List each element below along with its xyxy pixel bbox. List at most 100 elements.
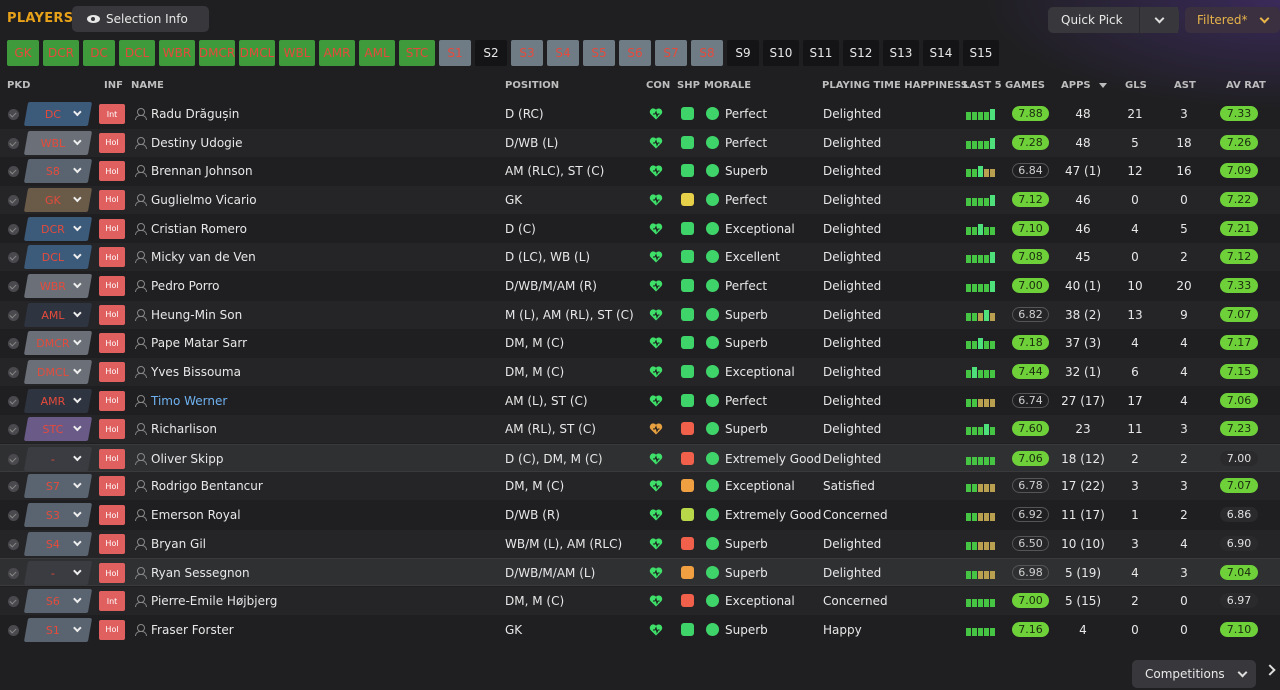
position-button-s11[interactable]: S11 <box>803 40 839 66</box>
table-row[interactable]: S3 Hol Emerson Royal D/WB (R) Extremely Good… <box>0 501 1280 529</box>
position-button-s6[interactable]: S6 <box>619 40 651 66</box>
position-button-dcr[interactable]: DCR <box>43 40 79 66</box>
status-badge[interactable]: Hol <box>99 161 125 182</box>
picked-position-dropdown[interactable]: S6 <box>23 589 93 614</box>
col-position[interactable]: POSITION <box>505 80 559 91</box>
filter-button[interactable]: Filtered* <box>1185 7 1280 33</box>
table-row[interactable]: S6 Int Pierre-Emile Højbjerg DM, M (C) Excep… <box>0 587 1280 616</box>
col-morale[interactable]: MORALE <box>704 80 751 91</box>
position-button-amr[interactable]: AMR <box>319 40 355 66</box>
picked-position-dropdown[interactable]: S7 <box>23 474 93 499</box>
picked-position-dropdown[interactable]: DMCR <box>23 331 93 356</box>
player-name[interactable]: Destiny Udogie <box>151 136 243 150</box>
picked-position-dropdown[interactable]: S4 <box>23 531 93 556</box>
check-icon[interactable] <box>8 424 19 436</box>
position-button-dmcr[interactable]: DMCR <box>199 40 235 66</box>
position-button-dcl[interactable]: DCL <box>119 40 155 66</box>
table-row[interactable]: S7 Hol Rodrigo Bentancur DM, M (C) Exception… <box>0 472 1280 501</box>
player-name[interactable]: Radu Drăgușin <box>151 107 239 121</box>
picked-position-dropdown[interactable]: S8 <box>23 159 93 184</box>
check-icon[interactable] <box>8 194 19 206</box>
position-button-s5[interactable]: S5 <box>583 40 615 66</box>
player-name[interactable]: Heung-Min Son <box>151 308 242 322</box>
check-icon[interactable] <box>8 166 19 178</box>
status-badge[interactable]: Hol <box>99 419 125 440</box>
picked-position-dropdown[interactable]: S1 <box>23 617 93 642</box>
table-row[interactable]: DCR Hol Cristian Romero D (C) Exceptional Del… <box>0 215 1280 243</box>
position-button-s15[interactable]: S15 <box>963 40 999 66</box>
status-badge[interactable]: Hol <box>99 448 125 469</box>
status-badge[interactable]: Int <box>99 591 125 612</box>
col-playing-time-happiness[interactable]: PLAYING TIME HAPPINESS <box>822 80 968 91</box>
status-badge[interactable]: Hol <box>99 247 125 268</box>
status-badge[interactable]: Hol <box>99 275 125 296</box>
player-name[interactable]: Guglielmo Vicario <box>151 193 257 207</box>
status-badge[interactable]: Hol <box>99 390 125 411</box>
table-row[interactable]: WBR Hol Pedro Porro D/WB/M/AM (R) Perfect Del… <box>0 272 1280 300</box>
position-button-s12[interactable]: S12 <box>843 40 879 66</box>
status-badge[interactable]: Hol <box>99 132 125 153</box>
table-row[interactable]: - Hol Ryan Sessegnon D/WB/M/AM (L) Superb Del… <box>0 558 1280 587</box>
table-row[interactable]: AML Hol Heung-Min Son M (L), AM (RL), ST (C… <box>0 300 1280 329</box>
col-name[interactable]: NAME <box>131 80 164 91</box>
picked-position-dropdown[interactable]: - <box>23 561 93 586</box>
col-inf[interactable]: INF <box>104 80 123 91</box>
position-button-s8[interactable]: S8 <box>691 40 723 66</box>
table-row[interactable]: S1 Hol Fraser Forster GK Superb Happy 7.16 4 0 0 7… <box>0 616 1280 644</box>
position-button-wbl[interactable]: WBL <box>279 40 315 66</box>
col-apps[interactable]: APPS <box>1061 80 1107 91</box>
check-icon[interactable] <box>8 366 19 378</box>
status-badge[interactable]: Hol <box>99 563 125 584</box>
position-button-s13[interactable]: S13 <box>883 40 919 66</box>
check-icon[interactable] <box>8 596 19 608</box>
check-icon[interactable] <box>8 453 19 465</box>
quick-pick-dropdown-button[interactable] <box>1139 7 1179 33</box>
col-last-5-games[interactable]: LAST 5 GAMES <box>963 80 1045 91</box>
player-name[interactable]: Yves Bissouma <box>151 365 241 379</box>
player-name[interactable]: Ryan Sessegnon <box>151 566 250 580</box>
check-icon[interactable] <box>8 568 19 580</box>
col-shp[interactable]: SHP <box>677 80 700 91</box>
player-name[interactable]: Richarlison <box>151 422 217 436</box>
status-badge[interactable]: Hol <box>99 189 125 210</box>
picked-position-dropdown[interactable]: GK <box>23 187 93 212</box>
player-name[interactable]: Micky van de Ven <box>151 250 256 264</box>
position-button-wbr[interactable]: WBR <box>159 40 195 66</box>
competitions-button[interactable]: Competitions <box>1132 660 1256 688</box>
table-row[interactable]: STC Hol Richarlison AM (RL), ST (C) Superb De… <box>0 415 1280 444</box>
status-badge[interactable]: Hol <box>99 476 125 497</box>
status-badge[interactable]: Hol <box>99 361 125 382</box>
player-name[interactable]: Bryan Gil <box>151 537 206 551</box>
check-icon[interactable] <box>8 109 19 120</box>
check-icon[interactable] <box>8 280 19 292</box>
table-row[interactable]: - Hol Oliver Skipp D (C), DM, M (C) Extremel… <box>0 443 1280 472</box>
player-name[interactable]: Cristian Romero <box>151 222 247 236</box>
col-con[interactable]: CON <box>646 80 670 91</box>
position-button-s10[interactable]: S10 <box>763 40 799 66</box>
position-button-s9[interactable]: S9 <box>727 40 759 66</box>
check-icon[interactable] <box>8 624 19 636</box>
col-pkd[interactable]: PKD <box>7 80 30 91</box>
picked-position-dropdown[interactable]: AML <box>23 302 93 327</box>
table-row[interactable]: WBL Hol Destiny Udogie D/WB (L) Perfect Delig… <box>0 128 1280 157</box>
status-badge[interactable]: Hol <box>99 333 125 354</box>
picked-position-dropdown[interactable]: DMCL <box>23 359 93 384</box>
col-ast[interactable]: AST <box>1174 80 1196 91</box>
table-row[interactable]: DMCL Hol Yves Bissouma DM, M (C) Exceptional… <box>0 357 1280 386</box>
player-name[interactable]: Pedro Porro <box>151 279 220 293</box>
table-row[interactable]: AMR Hol Timo Werner AM (L), ST (C) Perfect De… <box>0 387 1280 415</box>
picked-position-dropdown[interactable]: - <box>23 446 93 471</box>
check-icon[interactable] <box>8 338 19 350</box>
position-button-s2[interactable]: S2 <box>475 40 507 66</box>
check-icon[interactable] <box>8 223 19 235</box>
picked-position-dropdown[interactable]: WBR <box>23 273 93 298</box>
picked-position-dropdown[interactable]: STC <box>23 417 93 442</box>
position-button-s3[interactable]: S3 <box>511 40 543 66</box>
check-icon[interactable] <box>8 309 19 321</box>
check-icon[interactable] <box>8 538 19 550</box>
table-row[interactable]: DC Int Radu Drăgușin D (RC) Perfect Delighted… <box>0 100 1280 128</box>
player-name[interactable]: Brennan Johnson <box>151 164 253 178</box>
status-badge[interactable]: Hol <box>99 304 125 325</box>
chevron-right-icon[interactable] <box>1264 664 1276 676</box>
player-name[interactable]: Timo Werner <box>151 394 227 408</box>
